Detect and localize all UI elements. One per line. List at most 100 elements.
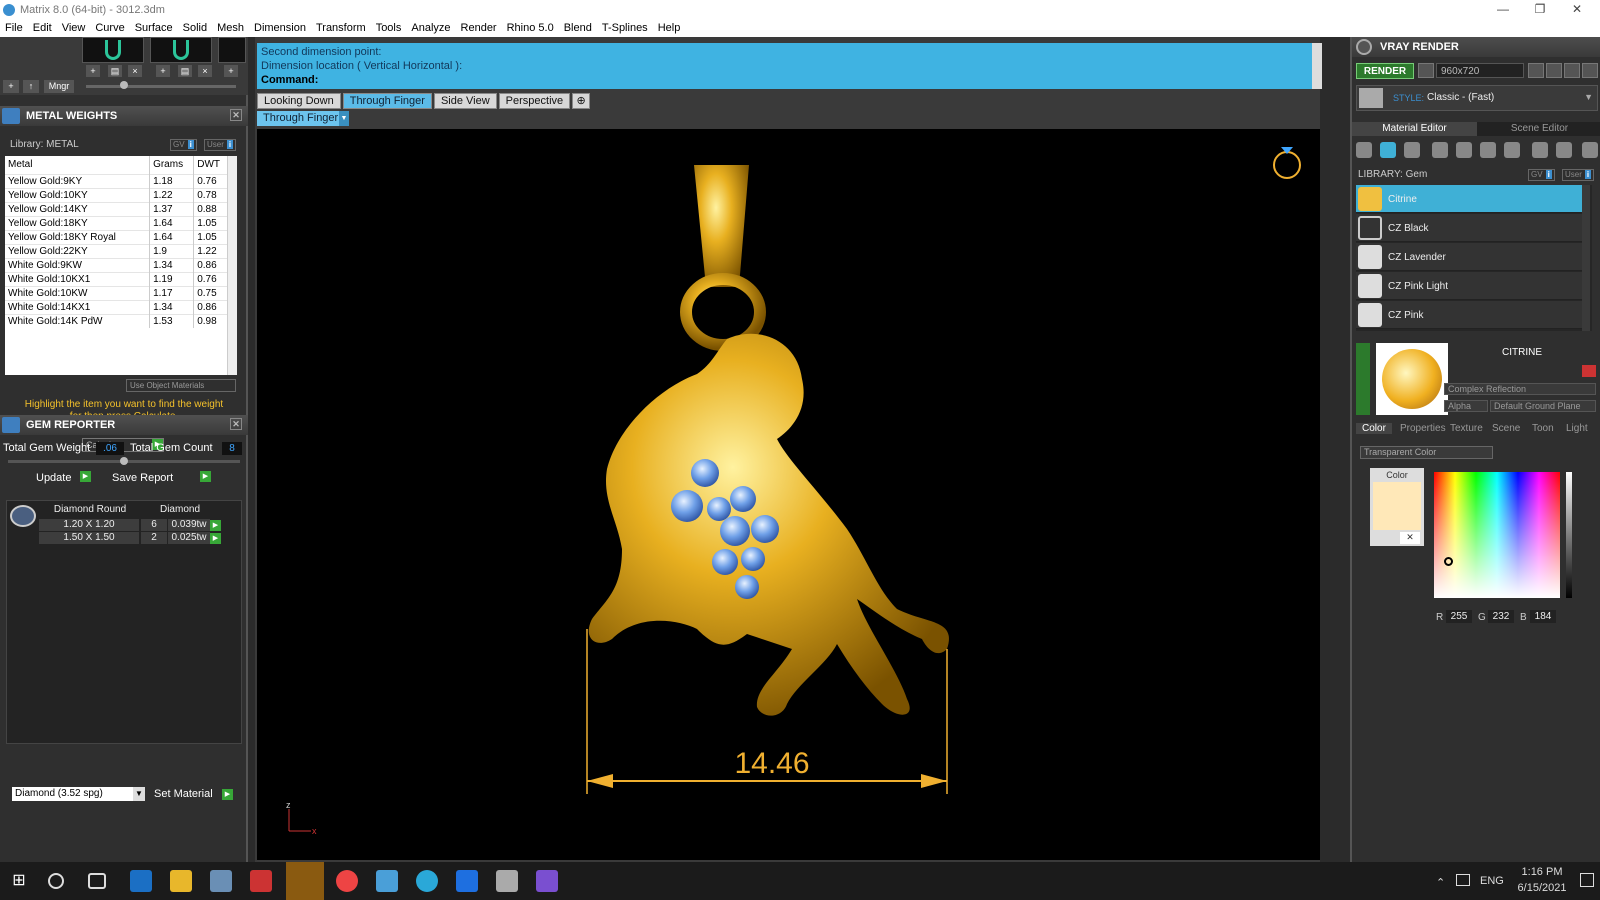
ground-plane-select[interactable]: Default Ground Plane (1490, 400, 1596, 412)
menu-rhino[interactable]: Rhino 5.0 (502, 22, 559, 34)
menu-file[interactable]: File (0, 22, 28, 34)
style-select[interactable]: STYLE: Classic - (Fast) ▼ (1356, 85, 1598, 111)
app-icon[interactable] (250, 870, 272, 892)
material-item-cz-black[interactable]: CZ Black (1356, 214, 1582, 242)
add-view-icon[interactable]: ⊕ (572, 93, 591, 109)
col-header-dwt[interactable]: DWT (193, 156, 229, 174)
grid-icon[interactable] (1582, 63, 1598, 78)
menu-surface[interactable]: Surface (130, 22, 178, 34)
table-row[interactable]: White Gold:10KX1 1.19 0.76 (5, 271, 229, 286)
menu-help[interactable]: Help (653, 22, 686, 34)
update-button[interactable]: ▶ (80, 471, 91, 482)
tray-chevron-icon[interactable]: ⌃ (1436, 876, 1445, 889)
app-icon[interactable] (416, 870, 438, 892)
table-row[interactable]: Yellow Gold:10KY 1.22 0.78 (5, 187, 229, 202)
minimize-icon[interactable]: — (1486, 0, 1520, 19)
brightness-slider[interactable] (1566, 472, 1572, 598)
app-icon[interactable] (496, 870, 518, 892)
menu-edit[interactable]: Edit (28, 22, 57, 34)
preview-side-bar[interactable] (1356, 343, 1370, 415)
chevron-down-icon[interactable]: ▼ (1584, 92, 1593, 102)
gem-row-2-go[interactable]: ▶ (210, 533, 221, 544)
clock-date[interactable]: 6/15/2021 (1512, 882, 1572, 894)
col-header-grams[interactable]: Grams (149, 156, 195, 174)
resolution-select[interactable]: 960x720 (1436, 63, 1524, 78)
app-icon[interactable] (376, 870, 398, 892)
material-item-citrine[interactable]: Citrine (1356, 185, 1582, 213)
metal-table-scrollbar[interactable] (227, 156, 237, 375)
close-icon[interactable]: ✕ (230, 418, 242, 430)
menu-blend[interactable]: Blend (559, 22, 597, 34)
tab-scene-editor[interactable]: Scene Editor (1477, 122, 1600, 136)
clock-time[interactable]: 1:16 PM (1516, 866, 1568, 878)
file-explorer-icon[interactable] (170, 870, 192, 892)
gem-row-2-size[interactable]: 1.50 X 1.50 (39, 532, 139, 544)
manager-button[interactable]: Mngr (44, 80, 74, 93)
use-object-materials-checkbox[interactable]: Use Object Materials (126, 379, 236, 392)
table-row[interactable]: White Gold:14KX1 1.34 0.86 (5, 299, 229, 314)
chevron-down-icon[interactable]: ▼ (339, 111, 349, 126)
tool-thumb-3[interactable] (218, 37, 246, 63)
render-button[interactable]: RENDER (1356, 63, 1414, 79)
b-value[interactable]: 184 (1530, 610, 1556, 623)
material-select[interactable]: Diamond (3.52 spg) ▼ (12, 787, 145, 801)
user-toggle[interactable]: User i (1562, 169, 1595, 181)
tab-toon[interactable]: Toon (1532, 423, 1554, 434)
list-icon[interactable] (1564, 63, 1580, 78)
gem-row-2-count[interactable]: 2 (141, 532, 167, 544)
metal-icon[interactable] (1356, 142, 1372, 158)
gv-toggle[interactable]: GV i (170, 139, 197, 151)
restore-icon[interactable]: ❐ (1523, 0, 1557, 19)
app-icon[interactable] (210, 870, 232, 892)
table-row[interactable]: Yellow Gold:14KY 1.37 0.88 (5, 201, 229, 216)
add-icon[interactable]: + (224, 65, 238, 77)
table-row[interactable]: Yellow Gold:22KY 1.9 1.22 (5, 243, 229, 258)
user-toggle[interactable]: User i (204, 139, 237, 151)
gem-row-1-count[interactable]: 6 (141, 519, 167, 531)
tab-perspective[interactable]: Perspective (498, 93, 571, 109)
tab-scene[interactable]: Scene (1492, 423, 1520, 434)
prev-icon[interactable] (1528, 63, 1544, 78)
gem-icon[interactable] (1380, 142, 1396, 158)
gem-row-2-weight[interactable]: 0.025tw (168, 532, 210, 544)
tab-properties[interactable]: Properties (1400, 423, 1446, 434)
delete-icon[interactable]: × (198, 65, 212, 77)
color-picker-cursor[interactable] (1444, 557, 1453, 566)
menu-tsplines[interactable]: T-Splines (597, 22, 653, 34)
save-icon[interactable]: ▤ (108, 65, 122, 77)
search-icon[interactable] (48, 873, 64, 889)
col-header-metal[interactable]: Metal (5, 156, 151, 174)
reflection-select[interactable]: Complex Reflection (1444, 383, 1596, 395)
menu-tools[interactable]: Tools (371, 22, 407, 34)
tab-side-view[interactable]: Side View (433, 93, 497, 109)
material-item-cz-pink-light[interactable]: CZ Pink Light (1356, 272, 1582, 300)
render-settings-icon[interactable] (1418, 63, 1434, 78)
thumb-slider[interactable] (86, 85, 236, 88)
gem-row-1-go[interactable]: ▶ (210, 520, 221, 531)
add-icon[interactable]: + (156, 65, 170, 77)
command-prompt[interactable]: Command: (261, 73, 1308, 87)
notifications-icon[interactable] (1580, 873, 1594, 887)
menu-dimension[interactable]: Dimension (249, 22, 311, 34)
tool-thumb-2[interactable] (150, 37, 212, 63)
tab-light[interactable]: Light (1566, 423, 1588, 434)
up-arrow-icon[interactable]: ↑ (23, 80, 39, 93)
table-row[interactable]: Yellow Gold:18KY Royal 1.64 1.05 (5, 229, 229, 244)
gem-row-1-weight[interactable]: 0.039tw (168, 519, 210, 531)
tool-thumb-1[interactable] (82, 37, 144, 63)
export-icon[interactable] (1556, 142, 1572, 158)
clear-color-icon[interactable]: ✕ (1400, 532, 1420, 544)
save-icon[interactable]: ▤ (178, 65, 192, 77)
command-area[interactable]: Second dimension point: Dimension locati… (257, 43, 1312, 89)
tab-looking-down[interactable]: Looking Down (257, 93, 341, 109)
slider-handle[interactable] (120, 457, 128, 465)
menu-mesh[interactable]: Mesh (212, 22, 249, 34)
menu-solid[interactable]: Solid (178, 22, 212, 34)
material-list-scrollbar[interactable] (1582, 185, 1590, 331)
windows-start-icon[interactable]: ⊞ (8, 870, 30, 892)
menu-view[interactable]: View (57, 22, 91, 34)
add-icon[interactable]: + (86, 65, 100, 77)
edge-icon[interactable] (130, 870, 152, 892)
table-row[interactable]: Yellow Gold:9KY 1.18 0.76 (5, 173, 229, 188)
reset-icon[interactable] (1582, 365, 1596, 377)
